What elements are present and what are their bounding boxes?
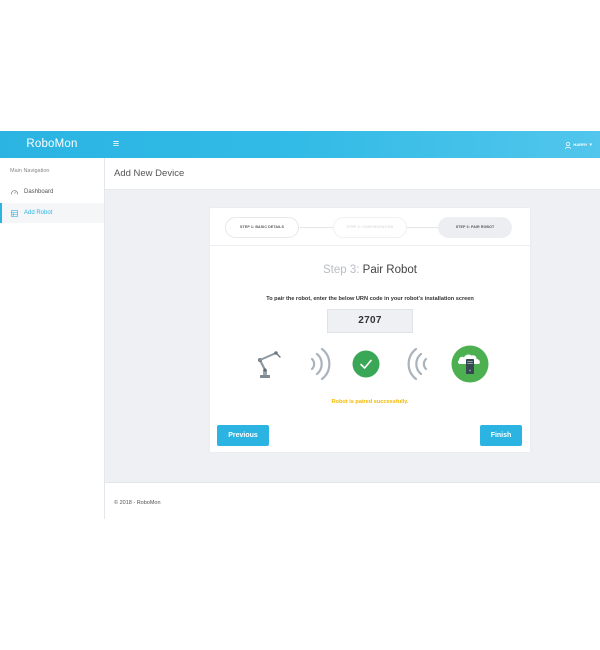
robot-arm-icon xyxy=(258,351,281,378)
page-header: Add New Device xyxy=(105,158,600,190)
table-grid-icon xyxy=(11,209,18,217)
user-menu[interactable]: HARRY ▾ xyxy=(565,139,592,151)
signal-waves-icon xyxy=(310,347,331,381)
copyright-text: © 2018 - RoboMon xyxy=(114,500,161,506)
user-icon xyxy=(565,141,572,149)
urn-code-display: 2707 xyxy=(327,309,413,333)
step-title: Pair Robot xyxy=(362,264,417,276)
pairing-illustration xyxy=(210,344,530,384)
sidebar-item-label: Dashboard xyxy=(24,189,54,195)
sidebar-item-dashboard[interactable]: Dashboard xyxy=(0,182,104,202)
signal-waves-icon xyxy=(407,347,428,381)
pairing-instruction: To pair the robot, enter the below URN c… xyxy=(266,296,474,302)
user-name: HARRY xyxy=(573,142,588,147)
step-heading: Step 3: Pair Robot xyxy=(210,264,530,276)
dashboard-gauge-icon xyxy=(11,189,18,195)
finish-button[interactable]: Finish xyxy=(480,425,522,446)
page-title: Add New Device xyxy=(114,168,185,179)
step-1-basic-details[interactable]: STEP 1: BASIC DETAILS xyxy=(225,217,299,238)
top-navbar: RoboMon ≡ HARRY ▾ xyxy=(0,131,600,158)
wizard-card: STEP 1: BASIC DETAILS STEP 2: CONFIGURAT… xyxy=(210,208,530,452)
previous-button[interactable]: Previous xyxy=(217,425,269,446)
wizard-stepper: STEP 1: BASIC DETAILS STEP 2: CONFIGURAT… xyxy=(210,208,530,246)
step-3-pair-robot[interactable]: STEP 3: PAIR ROBOT xyxy=(438,217,512,238)
pairing-status-message: Robot is paired successfully. xyxy=(331,399,409,405)
hamburger-icon[interactable]: ≡ xyxy=(110,137,122,151)
success-check-icon xyxy=(352,350,380,378)
step-number: Step 3: xyxy=(323,264,360,276)
main-content: STEP 1: BASIC DETAILS STEP 2: CONFIGURAT… xyxy=(105,190,600,482)
sidebar: Main Navigation Dashboard Add Robot xyxy=(0,158,105,519)
app-window: RoboMon ≡ HARRY ▾ Main Navigation Dashbo… xyxy=(0,131,600,519)
sidebar-item-label: Add Robot xyxy=(24,210,53,216)
step-2-configuration[interactable]: STEP 2: CONFIGURATION xyxy=(333,217,407,238)
brand-logo[interactable]: RoboMon xyxy=(0,131,104,158)
cloud-server-icon xyxy=(451,345,489,383)
chevron-down-icon: ▾ xyxy=(589,142,592,148)
sidebar-item-add-robot[interactable]: Add Robot xyxy=(0,203,104,223)
nav-section-header: Main Navigation xyxy=(10,168,50,174)
page-footer: © 2018 - RoboMon xyxy=(105,482,600,519)
